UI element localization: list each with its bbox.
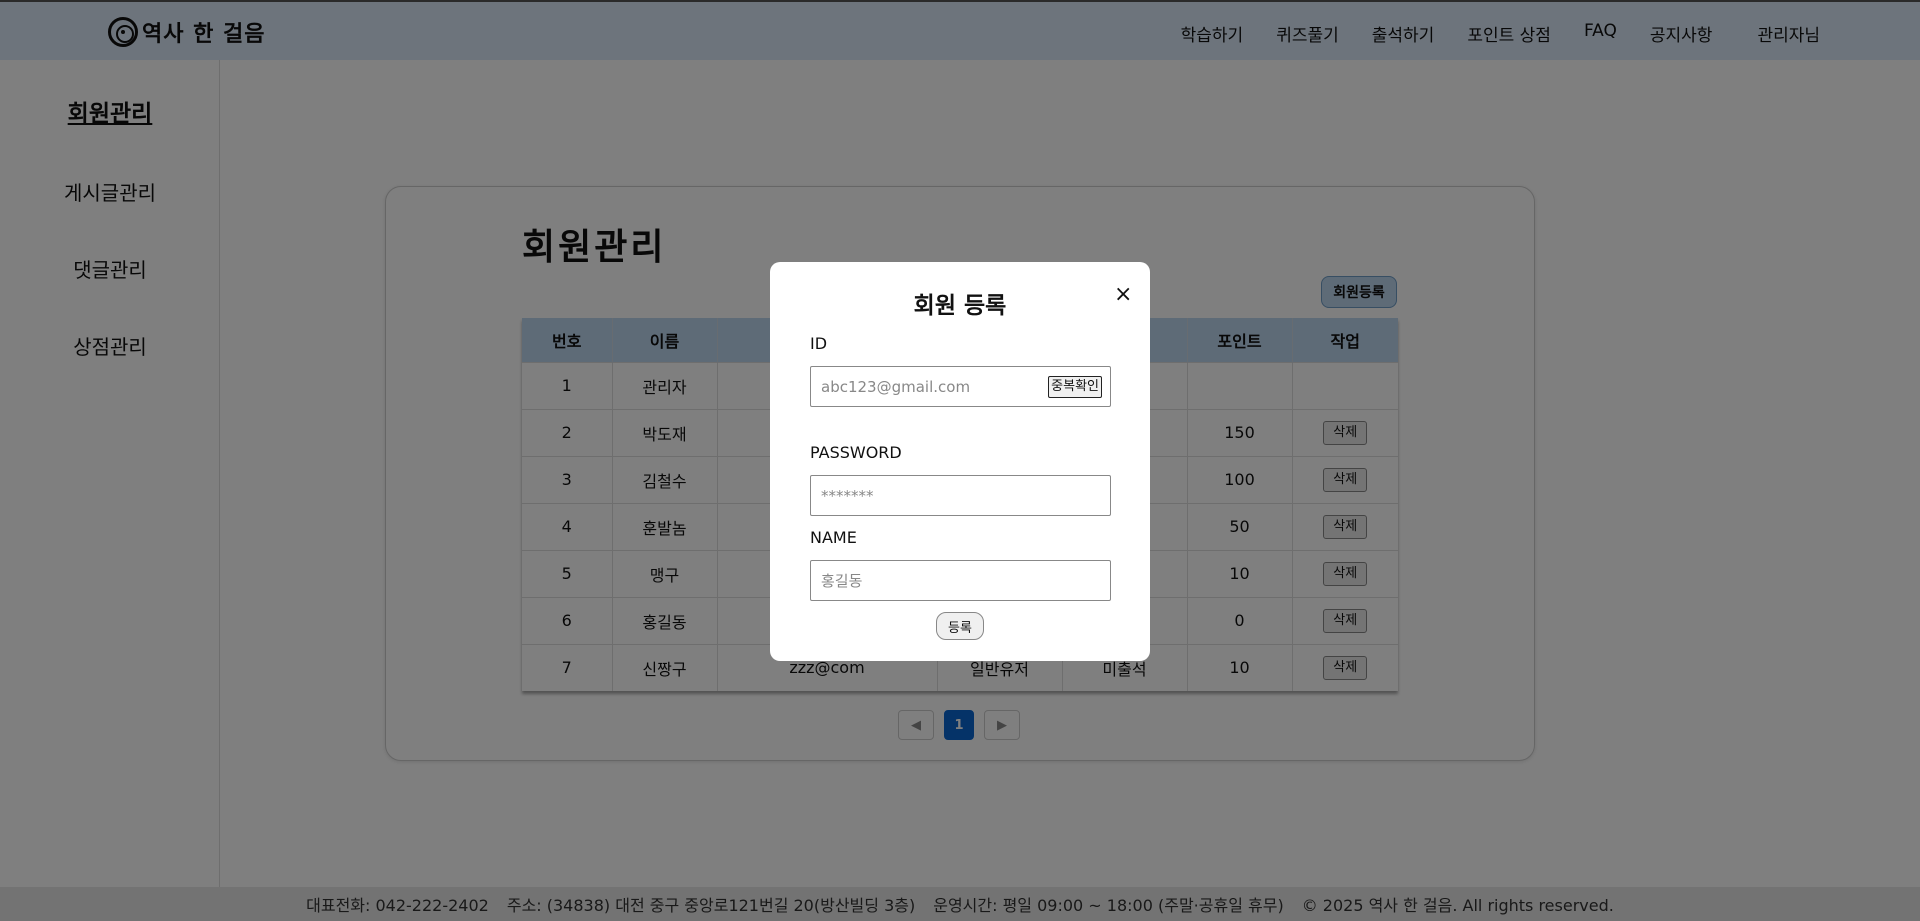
password-placeholder: ******* xyxy=(821,486,874,505)
id-label: ID xyxy=(810,334,828,353)
id-placeholder: abc123@gmail.com xyxy=(821,377,971,396)
password-field[interactable]: ******* xyxy=(810,475,1111,516)
name-field[interactable]: 홍길동 xyxy=(810,560,1111,601)
close-icon[interactable]: × xyxy=(1114,284,1132,306)
name-label: NAME xyxy=(810,528,857,547)
password-label: PASSWORD xyxy=(810,443,902,462)
modal-title: 회원 등록 xyxy=(913,293,1007,319)
register-member-modal: 회원 등록 × ID abc123@gmail.com 중복확인 PASSWOR… xyxy=(770,262,1150,661)
name-placeholder: 홍길동 xyxy=(821,572,863,590)
id-field[interactable]: abc123@gmail.com 중복확인 xyxy=(810,366,1111,407)
submit-register-button[interactable]: 등록 xyxy=(936,612,984,640)
duplicate-check-button[interactable]: 중복확인 xyxy=(1048,376,1102,398)
